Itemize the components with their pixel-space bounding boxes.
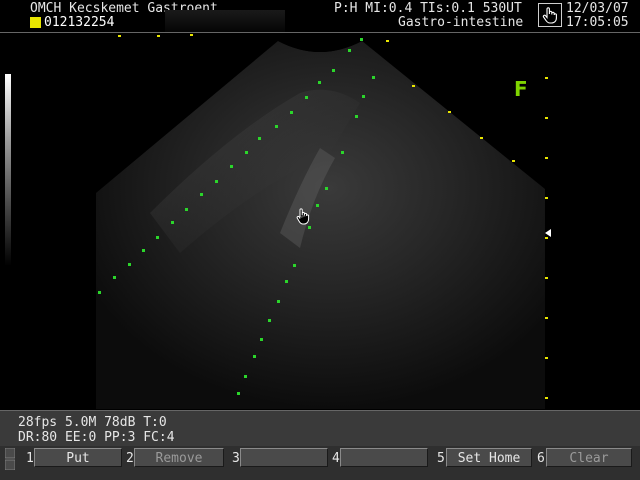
softkey-4-number: 4 — [332, 451, 340, 466]
patient-id-marker — [30, 17, 41, 28]
marker-dot — [171, 221, 174, 224]
marker-dot — [285, 280, 288, 283]
marker-dot — [362, 95, 365, 98]
set-home-button[interactable]: Set Home — [446, 448, 532, 467]
exam-type: Gastro-intestine — [398, 15, 524, 30]
marker-dot — [316, 204, 319, 207]
marker-dot — [237, 392, 240, 395]
depth-tick — [545, 197, 548, 199]
marker-dot — [348, 49, 351, 52]
marker-dot — [244, 375, 247, 378]
patient-id: 012132254 — [44, 15, 115, 30]
marker-dot — [98, 291, 101, 294]
marker-dot — [293, 264, 296, 267]
softkey-5-number: 5 — [437, 451, 445, 466]
depth-tick — [545, 317, 548, 319]
marker-dot — [341, 151, 344, 154]
softkey-3-button[interactable] — [240, 448, 328, 467]
marker-dot — [156, 236, 159, 239]
hand-pointer-icon[interactable] — [538, 3, 562, 27]
depth-tick — [545, 357, 548, 359]
softkey-bar: 1 Put 2 Remove 3 4 5 Set Home 6 Clear — [0, 446, 640, 480]
marker-dot — [258, 137, 261, 140]
scale-tick — [412, 85, 415, 87]
depth-tick — [545, 277, 548, 279]
depth-tick — [545, 397, 548, 399]
marker-dot — [332, 69, 335, 72]
marker-dot — [305, 96, 308, 99]
orientation-marker: F — [514, 77, 528, 101]
depth-scale — [545, 77, 548, 399]
put-button[interactable]: Put — [34, 448, 122, 467]
clear-button[interactable]: Clear — [546, 448, 632, 467]
depth-tick — [545, 157, 548, 159]
depth-tick — [545, 77, 548, 79]
time: 17:05:05 — [566, 15, 629, 30]
marker-dot — [360, 38, 363, 41]
scale-tick — [448, 111, 451, 113]
marker-dot — [260, 338, 263, 341]
marker-dot — [277, 300, 280, 303]
status-line-1: 28fps 5.0M 78dB T:0 — [18, 415, 167, 430]
header-bar: OMCH Kecskemet Gastroent 012132254 P:H M… — [0, 0, 640, 32]
softkey-6-number: 6 — [537, 451, 545, 466]
status-line-2: DR:80 EE:0 PP:3 FC:4 — [18, 430, 175, 445]
scale-tick — [157, 35, 160, 37]
marker-dot — [253, 355, 256, 358]
marker-dot — [268, 319, 271, 322]
softkey-1-number: 1 — [26, 451, 34, 466]
remove-button[interactable]: Remove — [134, 448, 224, 467]
marker-dot — [372, 76, 375, 79]
softkey-3-number: 3 — [232, 451, 240, 466]
status-bar: 28fps 5.0M 78dB T:0 DR:80 EE:0 PP:3 FC:4 — [0, 410, 640, 447]
marker-dot — [245, 151, 248, 154]
marker-dot — [290, 111, 293, 114]
marker-dot — [113, 276, 116, 279]
scale-tick — [512, 160, 515, 162]
ultrasound-image[interactable] — [0, 33, 640, 409]
scale-tick — [190, 34, 193, 36]
acquisition-params: P:H MI:0.4 TIs:0.1 530UT — [334, 1, 522, 16]
marker-dot — [142, 249, 145, 252]
depth-tick — [545, 237, 548, 239]
marker-dot — [318, 81, 321, 84]
scale-tick — [386, 40, 389, 42]
marker-dot — [185, 208, 188, 211]
focus-marker — [545, 229, 551, 237]
marker-dot — [200, 193, 203, 196]
scale-tick — [480, 137, 483, 139]
softkey-2-number: 2 — [126, 451, 134, 466]
depth-tick — [545, 117, 548, 119]
marker-dot — [230, 165, 233, 168]
marker-dot — [355, 115, 358, 118]
marker-dot — [215, 180, 218, 183]
marker-dot — [325, 187, 328, 190]
marker-dot — [128, 263, 131, 266]
marker-dot — [275, 125, 278, 128]
scale-tick — [118, 35, 121, 37]
up-down-arrows-icon[interactable] — [5, 448, 15, 470]
ultrasound-image-area[interactable]: F — [0, 33, 640, 409]
date: 12/03/07 — [566, 1, 629, 16]
marker-dot — [308, 226, 311, 229]
softkey-4-button[interactable] — [340, 448, 428, 467]
redacted-name — [165, 10, 285, 32]
